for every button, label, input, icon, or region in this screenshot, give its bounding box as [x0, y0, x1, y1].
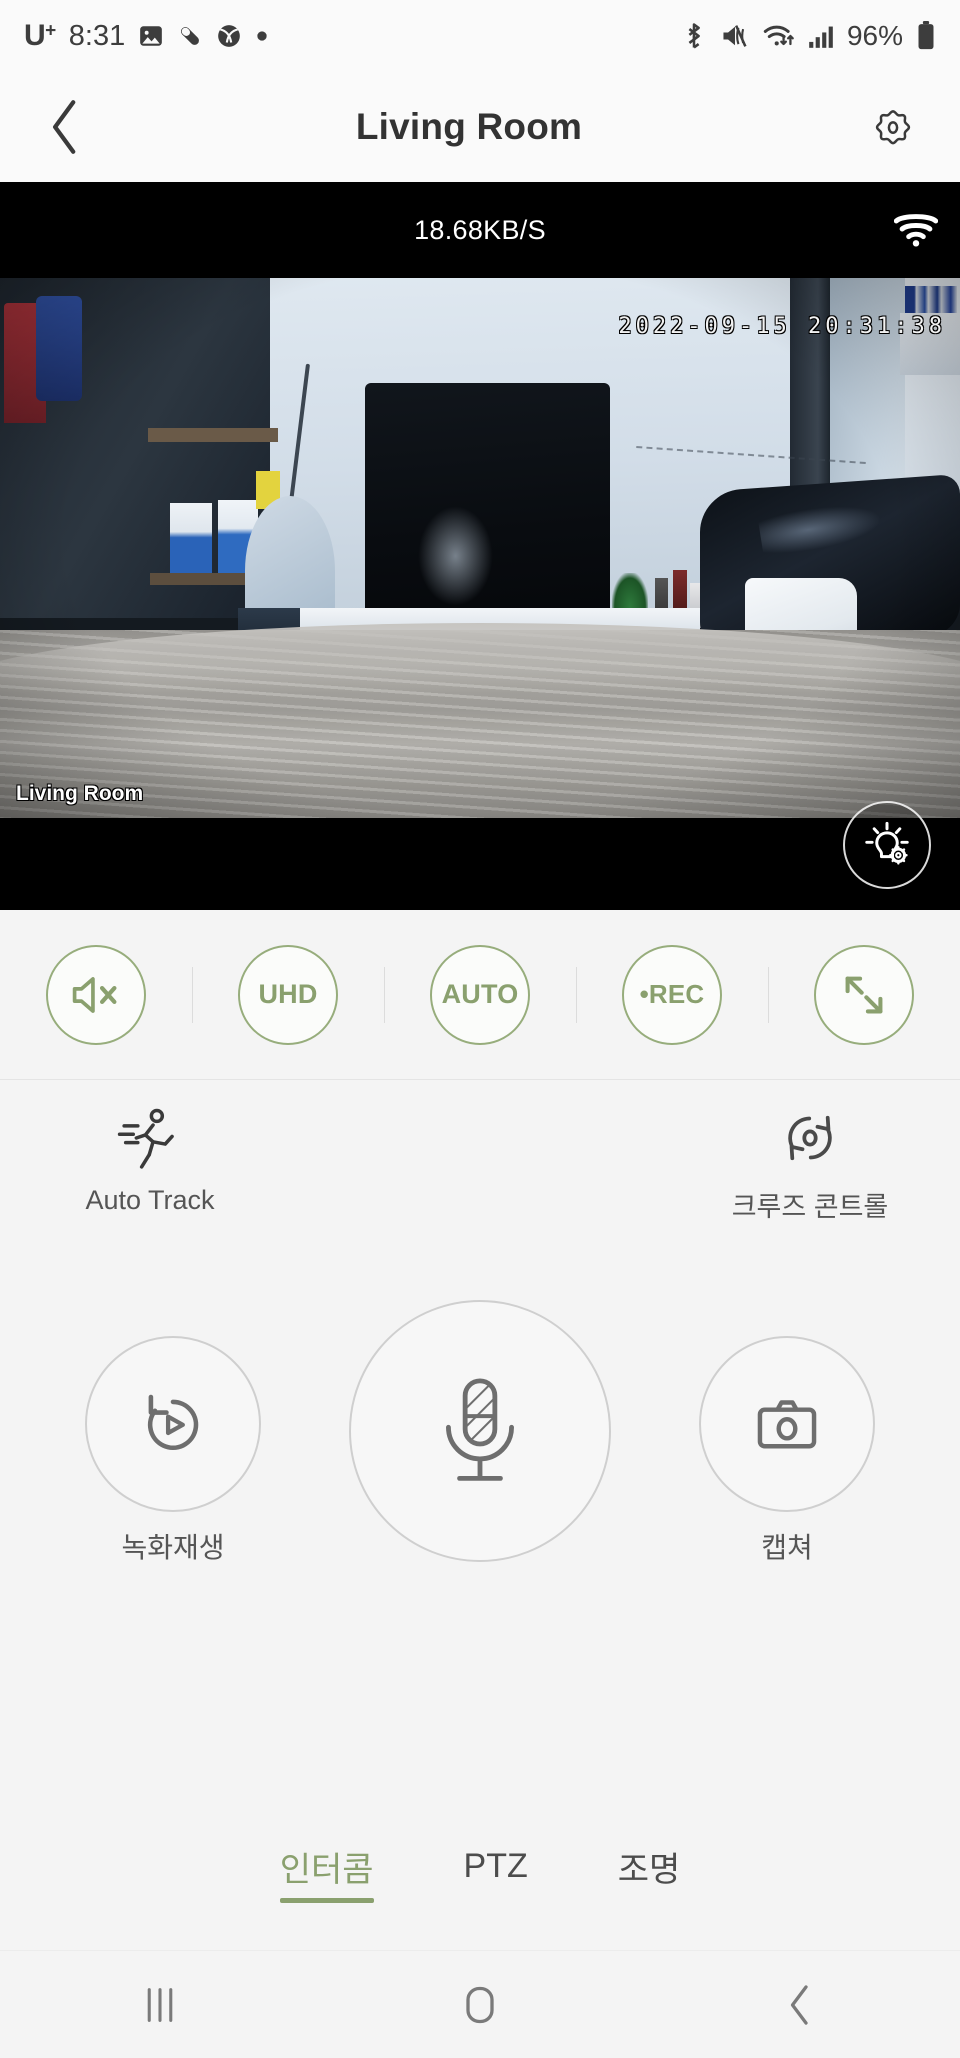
cellular-signal-icon — [808, 23, 834, 49]
fullscreen-button[interactable] — [814, 944, 914, 1045]
rotate-camera-icon — [777, 1099, 843, 1177]
wifi-transfer-icon — [763, 22, 795, 50]
battery-percent-label: 96% — [846, 20, 903, 51]
wifi-icon — [893, 210, 939, 253]
expand-arrows-icon — [845, 976, 883, 1013]
quick-control-row: UHD AUTO •REC — [0, 910, 960, 1080]
quick-control-cell-record: •REC — [576, 944, 768, 1045]
video-timestamp-overlay: 2022-09-15 20:31:38 — [618, 314, 946, 339]
back-chevron-icon — [52, 100, 76, 154]
android-nav-bar — [0, 1950, 960, 2058]
page-title: Living Room — [355, 106, 583, 147]
auto-track-label: Auto Track — [85, 1185, 215, 1215]
tab-ptz[interactable]: PTZ — [464, 1847, 528, 1898]
video-camera-name-overlay: Living Room — [16, 782, 144, 805]
main-actions: 녹화재생 캡쳐 — [0, 1300, 960, 1660]
camera-icon — [757, 1400, 817, 1449]
intercom-mic-button[interactable] — [349, 1300, 611, 1576]
carrier-label: U+ — [24, 19, 56, 52]
recents-icon — [147, 1987, 173, 2022]
cruise-control-label: 크루즈 콘트롤 — [731, 1192, 889, 1222]
camera-video-stream[interactable]: 2022-09-15 20:31:38 Living Room — [0, 278, 960, 818]
video-top-bar: 18.68KB/S — [0, 182, 960, 278]
status-bar-right: 96% — [681, 20, 936, 52]
light-bulb-settings-icon — [865, 821, 909, 865]
quick-control-cell-auto: AUTO — [384, 944, 576, 1045]
nav-recents-button[interactable] — [0, 1985, 320, 2025]
microphone-icon — [446, 1378, 514, 1481]
battery-icon — [916, 21, 936, 51]
playback-circle[interactable] — [85, 1336, 261, 1512]
running-person-icon — [115, 1099, 185, 1177]
nav-back-button[interactable] — [640, 1984, 960, 2026]
capture-circle[interactable] — [699, 1336, 875, 1512]
auto-mode-button[interactable]: AUTO — [430, 944, 530, 1045]
light-settings-button[interactable] — [843, 801, 931, 889]
bitrate-label: 18.68KB/S — [414, 214, 546, 245]
bluetooth-icon — [681, 21, 707, 51]
playback-label: 녹화재생 — [121, 1532, 225, 1563]
pill-icon — [177, 23, 203, 49]
nav-home-button[interactable] — [320, 1984, 640, 2026]
tab-intercom[interactable]: 인터콤 — [279, 1842, 374, 1903]
video-scene — [0, 278, 960, 818]
quick-control-cell-resolution: UHD — [192, 944, 384, 1045]
capture-label: 캡쳐 — [761, 1532, 813, 1563]
camera-live-view-screen: U+ 8:31 96% Living Room 18.68KB/S 2022-0… — [0, 0, 960, 2058]
gallery-icon — [138, 23, 164, 49]
replay-play-icon — [147, 1394, 199, 1451]
back-icon — [790, 1984, 808, 2025]
quick-control-cell-fullscreen — [768, 944, 960, 1045]
app-header: Living Room — [0, 72, 960, 182]
home-icon — [466, 1986, 494, 2023]
status-bar-clock: 8:31 — [68, 19, 126, 52]
tennis-ball-icon — [216, 23, 242, 49]
mute-vibrate-icon — [720, 22, 750, 50]
status-bar: U+ 8:31 96% — [0, 0, 960, 72]
intercom-mic-circle[interactable] — [349, 1300, 611, 1562]
resolution-button[interactable]: UHD — [238, 944, 338, 1045]
auto-track-button[interactable]: Auto Track — [40, 1099, 260, 1216]
record-button[interactable]: •REC — [622, 944, 722, 1045]
playback-button[interactable]: 녹화재생 — [85, 1336, 261, 1566]
settings-button[interactable] — [838, 72, 948, 182]
feature-row: Auto Track 크루즈 콘트롤 — [0, 1081, 960, 1256]
quick-control-cell-mute — [0, 944, 192, 1045]
bottom-tab-bar: 인터콤 PTZ 조명 — [0, 1795, 960, 1950]
dot-icon — [255, 29, 269, 43]
capture-button[interactable]: 캡쳐 — [699, 1336, 875, 1566]
cruise-control-button[interactable]: 크루즈 콘트롤 — [700, 1099, 920, 1224]
video-panel[interactable]: 18.68KB/S 2022-09-15 20:31:38 Living Roo… — [0, 182, 960, 910]
mute-button[interactable] — [46, 944, 146, 1045]
tab-lighting[interactable]: 조명 — [618, 1842, 681, 1903]
status-bar-left: U+ 8:31 — [24, 19, 269, 53]
gear-icon — [875, 110, 911, 145]
speaker-mute-icon — [72, 976, 117, 1013]
